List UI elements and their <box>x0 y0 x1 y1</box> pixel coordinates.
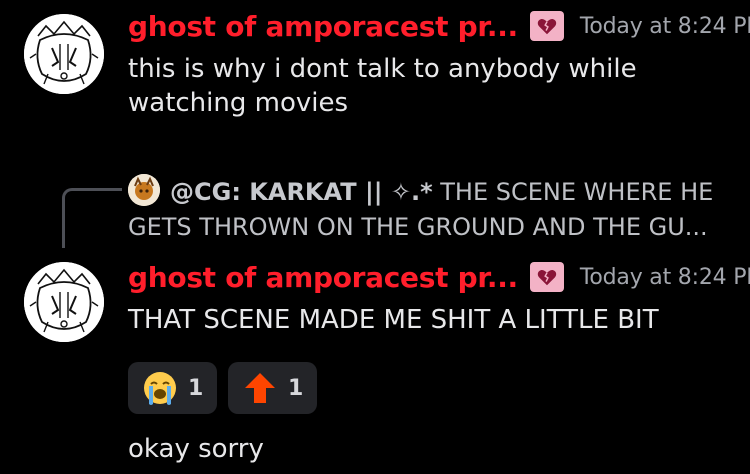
timestamp[interactable]: Today at 8:24 PM <box>580 14 750 39</box>
message-line: watching movies <box>128 88 349 118</box>
reply-avatar-icon <box>128 174 160 206</box>
reaction-upvote[interactable]: 1 <box>228 362 318 414</box>
reaction-crying[interactable]: 1 <box>128 362 218 414</box>
message-header: ghost of amporacest pr... Today at 8:24 … <box>128 6 750 46</box>
avatar-doodle-icon <box>24 262 104 342</box>
reply-text: THE SCENE WHERE HE <box>440 178 714 206</box>
message-line: this is why i dont talk to anybody while <box>128 54 637 84</box>
reply-avatar <box>128 174 160 206</box>
up-arrow-icon <box>245 373 275 403</box>
username[interactable]: ghost of amporacest pr... <box>128 10 518 43</box>
message-content: this is why i dont talk to anybody while… <box>128 52 637 120</box>
reaction-count: 1 <box>288 375 304 401</box>
reaction-count: 1 <box>188 375 204 401</box>
reply-text: GETS THROWN ON THE GROUND AND THE GU... <box>128 213 708 241</box>
reply-connector <box>62 188 122 248</box>
reply-author[interactable]: @CG: KARKAT || ✧.* <box>170 178 433 206</box>
loudly-crying-face-icon <box>144 372 176 405</box>
role-icon[interactable] <box>529 11 564 41</box>
timestamp[interactable]: Today at 8:24 PM <box>580 265 750 290</box>
broken-heart-icon <box>537 270 557 286</box>
username[interactable]: ghost of amporacest pr... <box>128 261 518 294</box>
message-header: ghost of amporacest pr... Today at 8:24 … <box>128 257 750 297</box>
message-content: okay sorry <box>128 434 264 464</box>
reply-preview[interactable]: @CG: KARKAT || ✧.* THE SCENE WHERE HE GE… <box>128 174 728 245</box>
avatar[interactable] <box>24 14 104 94</box>
message-content: THAT SCENE MADE ME SHIT A LITTLE BIT <box>128 305 659 335</box>
broken-heart-icon <box>537 19 557 35</box>
role-icon[interactable] <box>529 262 564 292</box>
avatar-doodle-icon <box>24 14 104 94</box>
avatar[interactable] <box>24 262 104 342</box>
